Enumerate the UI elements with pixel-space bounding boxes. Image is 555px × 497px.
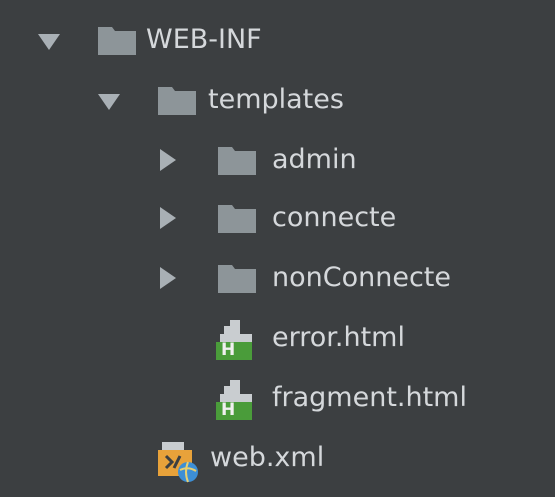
folder-icon [218,265,256,293]
chevron-down-icon[interactable] [98,94,120,110]
html-file-icon: H [216,380,256,420]
chevron-right-icon[interactable] [160,149,176,171]
tree-item-label: error.html [272,322,405,353]
tree-item-label: templates [208,84,344,115]
folder-icon [158,87,196,115]
folder-icon [98,27,136,55]
project-tree: WEB-INF templates admin connecte nonConn… [0,0,555,497]
tree-item-nonconnecte[interactable]: nonConnecte [0,252,555,304]
tree-item-label: connecte [272,202,397,233]
xml-web-file-icon [158,440,198,483]
tree-item-web-xml[interactable]: web.xml [0,432,555,484]
folder-icon [218,147,256,175]
tree-item-label: fragment.html [272,382,467,413]
tree-item-label: nonConnecte [272,262,451,293]
folder-icon [218,205,256,233]
html-badge-text: H [221,400,236,420]
html-badge-text: H [221,340,236,360]
tree-item-connecte[interactable]: connecte [0,192,555,244]
tree-item-label: admin [272,144,357,175]
tree-item-web-inf[interactable]: WEB-INF [0,14,555,66]
tree-item-templates[interactable]: templates [0,74,555,126]
tree-item-fragment-html[interactable]: H fragment.html [0,372,555,424]
chevron-down-icon[interactable] [38,34,60,50]
tree-item-admin[interactable]: admin [0,134,555,186]
chevron-right-icon[interactable] [160,207,176,229]
html-file-icon: H [216,320,256,360]
tree-item-label: WEB-INF [146,24,262,55]
tree-item-error-html[interactable]: H error.html [0,312,555,364]
chevron-right-icon[interactable] [160,267,176,289]
tree-item-label: web.xml [210,442,325,473]
